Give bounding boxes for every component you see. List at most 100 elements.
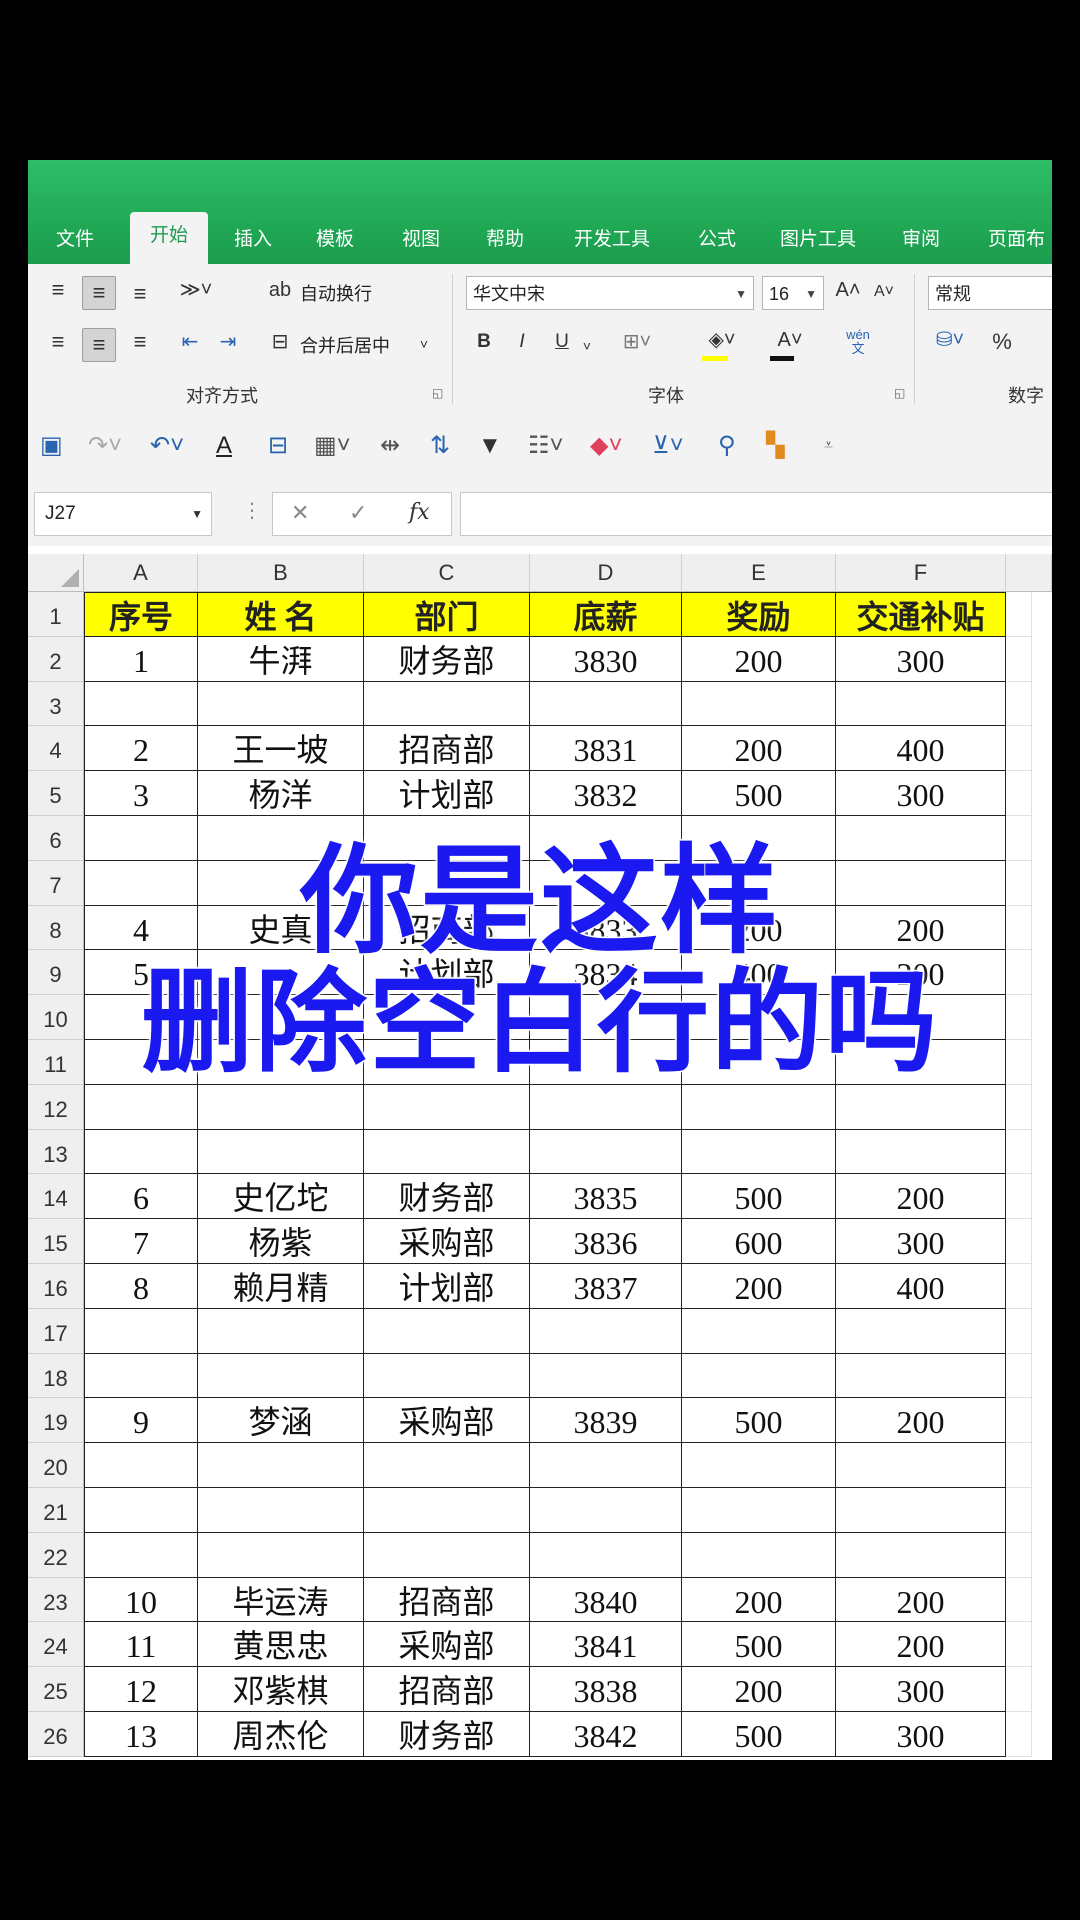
table-cell[interactable] bbox=[364, 1488, 530, 1533]
bold-button[interactable]: B bbox=[472, 330, 496, 354]
column-header-e[interactable]: E bbox=[682, 554, 836, 592]
table-cell[interactable]: 3840 bbox=[530, 1577, 682, 1623]
italic-button[interactable]: I bbox=[510, 330, 534, 354]
table-cell[interactable] bbox=[1006, 1308, 1032, 1354]
table-cell[interactable]: 周杰伦 bbox=[198, 1712, 364, 1757]
table-cell[interactable]: 200 bbox=[682, 1667, 836, 1712]
table-cell[interactable] bbox=[1006, 1129, 1032, 1175]
table-cell[interactable] bbox=[836, 1443, 1006, 1488]
customize-qat-icon[interactable]: ⩡ bbox=[824, 432, 833, 460]
table-cell[interactable] bbox=[836, 1488, 1006, 1533]
table-cell[interactable]: 3839 bbox=[530, 1398, 682, 1444]
row-header[interactable]: 19 bbox=[28, 1398, 84, 1444]
table-cell[interactable]: 300 bbox=[836, 636, 1006, 682]
align-dialog-launcher-icon[interactable]: ◱ bbox=[432, 386, 443, 400]
align-left-icon[interactable]: ≡ bbox=[44, 330, 72, 354]
font-color-icon[interactable]: A˅ bbox=[768, 328, 812, 352]
eraser-icon[interactable]: ◆˅ bbox=[590, 432, 622, 460]
row-header[interactable]: 13 bbox=[28, 1129, 84, 1175]
table-cell[interactable]: 13 bbox=[84, 1712, 198, 1757]
table-cell[interactable] bbox=[84, 1443, 198, 1488]
table-cell[interactable] bbox=[836, 1084, 1006, 1130]
redo-icon[interactable]: ↷˅ bbox=[88, 432, 122, 460]
confirm-icon[interactable]: ✓ bbox=[349, 500, 367, 526]
header-cell[interactable]: 奖励 bbox=[682, 592, 836, 637]
row-header[interactable]: 25 bbox=[28, 1667, 84, 1712]
table-cell[interactable]: 毕运涛 bbox=[198, 1577, 364, 1623]
table-cell[interactable] bbox=[836, 1129, 1006, 1175]
merge-center-button[interactable]: 合并后居中 bbox=[300, 332, 390, 358]
table-cell[interactable] bbox=[1006, 1174, 1032, 1220]
table-cell[interactable]: 财务部 bbox=[364, 1174, 530, 1220]
table-cell[interactable] bbox=[1006, 771, 1032, 816]
table-cell[interactable] bbox=[1006, 1488, 1032, 1533]
table-cell[interactable] bbox=[84, 1308, 198, 1354]
row-header[interactable]: 5 bbox=[28, 771, 84, 816]
table-cell[interactable] bbox=[836, 1532, 1006, 1578]
table-cell[interactable]: 11 bbox=[84, 1622, 198, 1668]
merge-center-icon[interactable]: ⊟ bbox=[268, 330, 292, 354]
table-cell[interactable]: 3 bbox=[84, 771, 198, 816]
column-header-c[interactable]: C bbox=[364, 554, 530, 592]
table-cell[interactable]: 招商部 bbox=[364, 1577, 530, 1623]
table-cell[interactable]: 赖月精 bbox=[198, 1264, 364, 1309]
table-cell[interactable]: 600 bbox=[682, 1219, 836, 1264]
table-cell[interactable] bbox=[1006, 636, 1032, 682]
table-cell[interactable]: 6 bbox=[84, 1174, 198, 1220]
border-icon[interactable]: ⊞˅ bbox=[622, 330, 652, 354]
filter-icon[interactable]: ▼ bbox=[478, 432, 502, 460]
table-cell[interactable] bbox=[1006, 1084, 1032, 1130]
table-cell[interactable] bbox=[364, 1129, 530, 1175]
table-cell[interactable]: 500 bbox=[682, 771, 836, 816]
header-cell[interactable]: 部门 bbox=[364, 592, 530, 637]
table-cell[interactable] bbox=[530, 1488, 682, 1533]
table-cell[interactable]: 杨洋 bbox=[198, 771, 364, 816]
sheet-grid[interactable]: A B C D E F 1 序号姓 名部门 底薪 奖励 交通补贴 2 1 牛湃 财务部 3830 200 300 3… bbox=[28, 554, 1052, 1760]
table-cell[interactable] bbox=[84, 1084, 198, 1130]
table-cell[interactable] bbox=[836, 1308, 1006, 1354]
decrease-font-icon[interactable]: A˅ bbox=[870, 280, 898, 304]
table-cell[interactable] bbox=[836, 1353, 1006, 1399]
row-header[interactable]: 17 bbox=[28, 1308, 84, 1354]
border-quick-icon[interactable]: ⊟ bbox=[268, 432, 288, 460]
function-icon[interactable]: fx bbox=[409, 500, 430, 525]
table-cell[interactable] bbox=[682, 1532, 836, 1578]
table-cell[interactable] bbox=[1006, 681, 1032, 727]
table-cell[interactable] bbox=[530, 681, 682, 727]
tab-8[interactable]: 公式 bbox=[698, 222, 736, 264]
table-cell[interactable] bbox=[198, 1308, 364, 1354]
table-cell[interactable]: 3838 bbox=[530, 1667, 682, 1712]
table-cell[interactable] bbox=[198, 1129, 364, 1175]
undo-icon[interactable]: ↶˅ bbox=[150, 432, 184, 460]
table-cell[interactable]: 采购部 bbox=[364, 1398, 530, 1444]
find-icon[interactable]: ⚲ bbox=[718, 432, 736, 460]
table-cell[interactable]: 黄思忠 bbox=[198, 1622, 364, 1668]
column-header-g[interactable] bbox=[1006, 554, 1052, 592]
table-cell[interactable] bbox=[1006, 1264, 1032, 1309]
table-cell[interactable]: 3832 bbox=[530, 771, 682, 816]
tab-5[interactable]: 视图 bbox=[402, 222, 440, 264]
conditional-format-icon[interactable]: ☷˅ bbox=[528, 432, 564, 460]
select-all-corner[interactable] bbox=[28, 554, 84, 592]
table-cell[interactable]: 200 bbox=[682, 726, 836, 772]
row-header[interactable]: 4 bbox=[28, 726, 84, 772]
table-cell[interactable]: 200 bbox=[682, 1577, 836, 1623]
row-header[interactable]: 3 bbox=[28, 681, 84, 727]
table-cell[interactable]: 财务部 bbox=[364, 636, 530, 682]
column-header-f[interactable]: F bbox=[836, 554, 1006, 592]
column-header-b[interactable]: B bbox=[198, 554, 364, 592]
table-cell[interactable]: 王一坡 bbox=[198, 726, 364, 772]
table-cell[interactable]: 牛湃 bbox=[198, 636, 364, 682]
percent-button[interactable]: % bbox=[990, 330, 1014, 354]
header-cell[interactable]: 交通补贴 bbox=[836, 592, 1006, 637]
phonetic-icon[interactable]: wén 文 bbox=[836, 328, 880, 356]
table-cell[interactable] bbox=[198, 1353, 364, 1399]
table-cell[interactable]: 邓紫棋 bbox=[198, 1667, 364, 1712]
column-header-d[interactable]: D bbox=[530, 554, 682, 592]
font-color-quick-icon[interactable]: A bbox=[216, 432, 232, 460]
table-cell[interactable] bbox=[198, 1532, 364, 1578]
table-cell[interactable]: 财务部 bbox=[364, 1712, 530, 1757]
table-cell[interactable] bbox=[364, 1353, 530, 1399]
table-cell[interactable]: 招商部 bbox=[364, 1667, 530, 1712]
table-cell[interactable] bbox=[1006, 726, 1032, 772]
